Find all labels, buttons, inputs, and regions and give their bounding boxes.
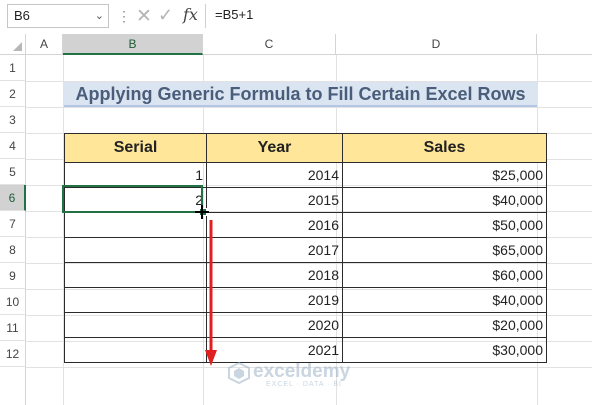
watermark-tagline: EXCEL · DATA · BI xyxy=(266,381,342,388)
table-row: 2017 $65,000 xyxy=(64,237,547,263)
row-header-2[interactable]: 2 xyxy=(0,81,26,107)
name-box-value: B6 xyxy=(14,8,30,23)
sales-cell[interactable]: $20,000 xyxy=(342,312,547,338)
year-cell[interactable]: 2016 xyxy=(206,212,343,238)
serial-cell[interactable] xyxy=(64,337,207,363)
drag-down-arrow-icon xyxy=(205,220,217,366)
sales-cell[interactable]: $50,000 xyxy=(342,212,547,238)
sales-cell[interactable]: $60,000 xyxy=(342,262,547,288)
watermark: exceldemy EXCEL · DATA · BI xyxy=(228,360,378,390)
enter-icon[interactable]: ✓ xyxy=(158,5,173,26)
table-header-row: Serial Year Sales xyxy=(64,133,547,163)
formula-bar: B6 ⌄ ⋮ ✕ ✓ fx =B5+1 xyxy=(0,0,592,35)
more-options-icon[interactable]: ⋮ xyxy=(117,7,131,25)
year-cell[interactable]: 2014 xyxy=(206,162,343,188)
serial-cell[interactable] xyxy=(64,212,207,238)
sales-cell[interactable]: $25,000 xyxy=(342,162,547,188)
year-cell[interactable]: 2018 xyxy=(206,262,343,288)
serial-cell[interactable] xyxy=(64,312,207,338)
table-row: 1 2014 $25,000 xyxy=(64,162,547,188)
year-cell[interactable]: 2017 xyxy=(206,237,343,263)
cancel-icon[interactable]: ✕ xyxy=(136,5,152,28)
serial-cell[interactable] xyxy=(64,287,207,313)
table-row: 2016 $50,000 xyxy=(64,212,547,238)
row-header-13[interactable] xyxy=(0,367,26,405)
formula-bar-divider xyxy=(205,4,206,28)
year-cell[interactable]: 2021 xyxy=(206,337,343,363)
header-year[interactable]: Year xyxy=(206,133,343,163)
row-header-3[interactable]: 3 xyxy=(0,107,26,133)
name-box[interactable]: B6 ⌄ xyxy=(7,4,109,28)
row-header-5[interactable]: 5 xyxy=(0,159,26,185)
select-all-button[interactable] xyxy=(0,34,26,55)
sales-cell[interactable]: $40,000 xyxy=(342,187,547,213)
row-header-1[interactable]: 1 xyxy=(0,55,26,81)
fill-cursor-icon-vertical xyxy=(201,205,203,219)
exceldemy-logo-icon xyxy=(228,362,250,384)
formula-input[interactable]: =B5+1 xyxy=(215,7,253,22)
column-header-b[interactable]: B xyxy=(63,34,203,55)
row-header-10[interactable]: 10 xyxy=(0,289,26,315)
watermark-name: exceldemy xyxy=(253,361,351,382)
column-header-e[interactable] xyxy=(537,34,592,55)
row-header-11[interactable]: 11 xyxy=(0,315,26,341)
table-row: 2019 $40,000 xyxy=(64,287,547,313)
column-header-d[interactable]: D xyxy=(336,34,537,55)
row-header-7[interactable]: 7 xyxy=(0,211,26,237)
row-header-9[interactable]: 9 xyxy=(0,263,26,289)
serial-cell[interactable]: 1 xyxy=(64,162,207,188)
year-cell[interactable]: 2019 xyxy=(206,287,343,313)
column-header-c[interactable]: C xyxy=(203,34,336,55)
sheet-title[interactable]: Applying Generic Formula to Fill Certain… xyxy=(64,82,537,107)
serial-cell[interactable] xyxy=(64,237,207,263)
row-header-6[interactable]: 6 xyxy=(0,185,26,211)
column-header-a[interactable]: A xyxy=(26,34,63,55)
header-sales[interactable]: Sales xyxy=(342,133,547,163)
select-all-icon xyxy=(13,42,22,51)
row-header-8[interactable]: 8 xyxy=(0,237,26,263)
header-serial[interactable]: Serial xyxy=(64,133,207,163)
table-row: 2020 $20,000 xyxy=(64,312,547,338)
year-cell[interactable]: 2015 xyxy=(206,187,343,213)
insert-function-icon[interactable]: fx xyxy=(183,5,198,24)
row-header-12[interactable]: 12 xyxy=(0,341,26,367)
sales-cell[interactable]: $30,000 xyxy=(342,337,547,363)
sales-cell[interactable]: $40,000 xyxy=(342,287,547,313)
sales-cell[interactable]: $65,000 xyxy=(342,237,547,263)
row-header-4[interactable]: 4 xyxy=(0,133,26,159)
table-row: 2018 $60,000 xyxy=(64,262,547,288)
year-cell[interactable]: 2020 xyxy=(206,312,343,338)
active-cell-border[interactable] xyxy=(62,185,203,213)
serial-cell[interactable] xyxy=(64,262,207,288)
data-table: Serial Year Sales 1 2014 $25,000 2 2015 … xyxy=(64,133,547,363)
chevron-down-icon[interactable]: ⌄ xyxy=(95,5,104,27)
table-row: 2021 $30,000 xyxy=(64,337,547,363)
